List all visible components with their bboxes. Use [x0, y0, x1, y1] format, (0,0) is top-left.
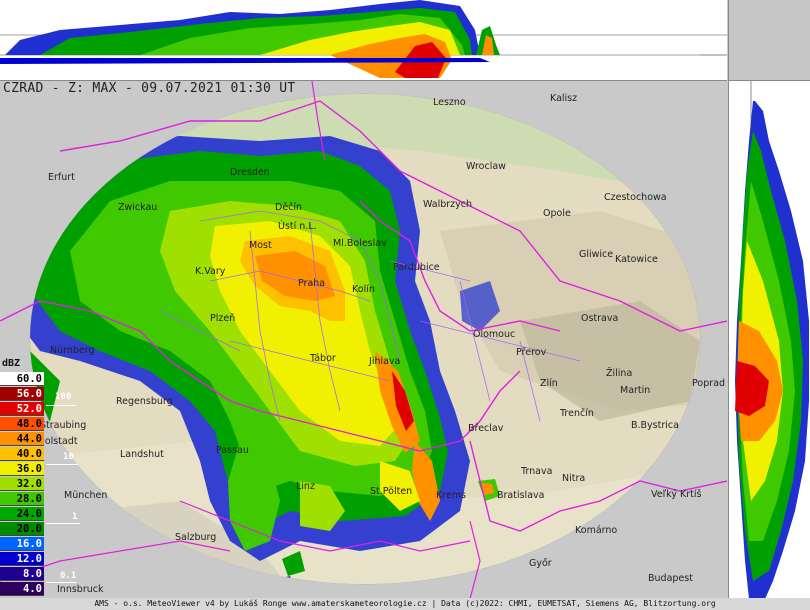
city-label: Nürnberg	[50, 345, 95, 356]
city-label: Komárno	[575, 525, 618, 536]
city-label: St.Pölten	[370, 486, 413, 497]
city-label: Czestochowa	[604, 192, 667, 203]
right-cross-section-panel	[728, 81, 810, 599]
city-label: Straubing	[40, 420, 87, 431]
city-label: Dresden	[230, 167, 270, 178]
city-label: Břeclav	[468, 423, 504, 434]
precip-tick	[46, 464, 78, 465]
legend-level: 12.0	[0, 552, 44, 566]
legend-level: 28.0	[0, 492, 44, 506]
legend-level: 20.0	[0, 522, 44, 536]
city-label: Ostrava	[581, 313, 619, 324]
legend-level: 40.0	[0, 447, 44, 461]
city-label: Olomouc	[473, 329, 516, 340]
city-label: Žilina	[606, 368, 633, 379]
city-label: Budapest	[648, 573, 693, 584]
city-label: Landshut	[120, 449, 164, 460]
legend-level: 24.0	[0, 507, 44, 521]
precip-mark-0.1: 0.1	[60, 571, 77, 581]
top-cross-section-panel	[0, 0, 727, 81]
precip-tick	[46, 582, 76, 583]
city-label: Martin	[620, 385, 651, 396]
city-label: Wroclaw	[466, 161, 506, 172]
city-label: Ústí n.L.	[278, 221, 317, 232]
city-label: Leszno	[433, 97, 466, 108]
legend-unit: dBZ	[2, 358, 21, 369]
city-label: Jihlava	[369, 356, 401, 367]
city-label: Bratislava	[497, 490, 545, 501]
city-label: Salzburg	[175, 532, 217, 543]
city-label: Linz	[296, 481, 315, 492]
city-label: Erfurt	[48, 172, 75, 183]
city-label: Trenčín	[560, 408, 594, 419]
precip-mark-10: 10	[63, 452, 74, 462]
legend-level: 8.0	[0, 567, 44, 581]
city-label: München	[64, 490, 108, 501]
city-label: Přerov	[516, 347, 547, 358]
legend-level: 4.0	[0, 582, 44, 596]
radar-map[interactable]: Leszno Kalisz Wroclaw Dresden Walbrzych …	[0, 81, 727, 599]
precip-mark-100: 100	[55, 392, 72, 402]
city-label: Nitra	[562, 473, 586, 484]
legend-level: 16.0	[0, 537, 44, 551]
city-label: Děčín	[275, 202, 303, 213]
precip-mark-1: 1	[72, 512, 78, 522]
precip-tick	[46, 405, 76, 406]
city-label: K.Vary	[195, 266, 226, 277]
city-label: Zlín	[540, 378, 558, 389]
top-cross-section-graphic	[0, 0, 727, 78]
city-label: Opole	[543, 208, 571, 219]
legend-level: 56.0	[0, 387, 44, 401]
city-label: Kalisz	[550, 93, 578, 104]
city-label: Walbrzych	[423, 199, 473, 210]
corner-panel	[728, 0, 810, 81]
city-label: Plzeň	[210, 313, 236, 324]
city-label: B.Bystrica	[631, 420, 679, 431]
city-label: Innsbruck	[57, 584, 104, 595]
legend-level: 48.0	[0, 417, 44, 431]
city-label: Praha	[298, 278, 326, 289]
city-label: Kolín	[352, 284, 375, 295]
city-label: Katowice	[615, 254, 658, 265]
legend-level: 52.0	[0, 402, 44, 416]
page-title: CZRAD - Z: MAX - 09.07.2021 01:30 UT	[3, 81, 296, 96]
city-label: Zwickau	[118, 202, 158, 213]
footer-credits: AMS - o.s. MeteoViewer v4 by Lukáš Ronge…	[0, 598, 810, 610]
precip-tick	[46, 523, 80, 524]
legend-level: 60.0	[0, 372, 44, 386]
legend-level: 36.0	[0, 462, 44, 476]
city-label: Ml.Boleslav	[333, 238, 387, 249]
city-label: Krems	[436, 490, 466, 501]
city-label: Veľký Krtíš	[651, 489, 702, 500]
city-label: Pardubice	[393, 262, 440, 273]
city-label: Győr	[529, 558, 552, 569]
city-label: Trnava	[521, 466, 553, 477]
city-label: Gliwice	[579, 249, 614, 260]
legend-level: 32.0	[0, 477, 44, 491]
city-label: Tábor	[310, 353, 336, 364]
city-label: Passau	[216, 445, 249, 456]
legend-level: 44.0	[0, 432, 44, 446]
right-cross-section-graphic	[735, 81, 809, 599]
city-label: Poprad	[692, 378, 725, 389]
radar-map-graphic	[0, 81, 727, 599]
city-label: Regensburg	[116, 396, 173, 407]
city-label: Most	[249, 240, 272, 251]
